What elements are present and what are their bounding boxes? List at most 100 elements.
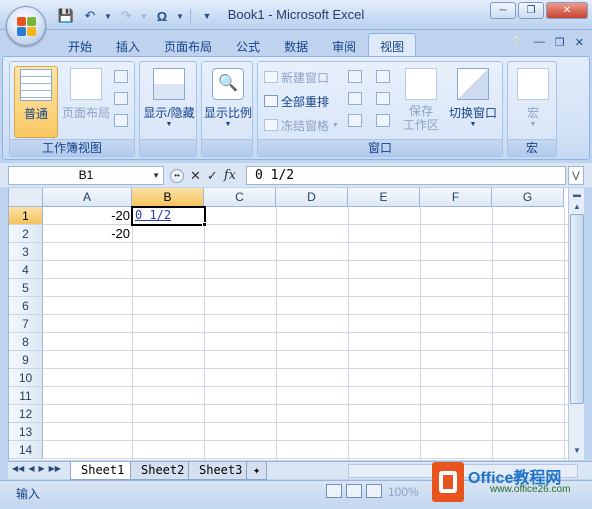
ribbon-tab-row: 开始 插入 页面布局 公式 数据 审阅 视图 ❔ — ❐ ✕ [0,30,592,59]
gridline [43,350,568,351]
column-header-f[interactable]: F [420,188,492,207]
view-side-by-side-icon[interactable] [376,70,390,83]
unhide-window-icon[interactable] [348,114,362,127]
ribbon-minimize-icon[interactable]: — [534,36,545,49]
gridline [43,278,568,279]
sheet-tab-3[interactable]: Sheet3 [188,462,254,480]
row-header-10[interactable]: 10 [9,369,43,387]
prev-sheet-icon[interactable]: ◀ [28,464,34,473]
column-header-e[interactable]: E [348,188,420,207]
restore-button[interactable]: ❐ [518,2,544,19]
custom-views-icon[interactable] [114,92,128,105]
normal-view-label: 普通 [23,107,48,121]
scroll-down-icon[interactable]: ▼ [570,444,584,458]
office-button[interactable] [6,6,46,46]
insert-sheet-icon[interactable]: ✦ [246,462,268,480]
row-header-8[interactable]: 8 [9,333,43,351]
column-header-c[interactable]: C [204,188,276,207]
worksheet-grid[interactable]: A B C D E F G 1 2 3 4 5 6 7 8 9 10 11 12… [8,188,568,460]
help-icon[interactable]: ❔ [510,36,524,49]
zoom-button[interactable]: 🔍 显示比例 ▼ [204,66,252,138]
arrange-all-icon [264,95,278,107]
row-header-4[interactable]: 4 [9,261,43,279]
full-screen-icon[interactable] [114,114,128,127]
row-header-2[interactable]: 2 [9,225,43,243]
formula-input[interactable]: 0 1/2 [246,166,566,185]
fill-handle[interactable] [202,222,207,227]
switch-windows-dropdown-icon: ▼ [469,121,477,128]
zoom-dropdown-icon: ▼ [224,121,232,128]
page-layout-view-button[interactable]: 页面布局 [60,66,112,138]
page-break-shortcut-icon[interactable] [366,484,382,498]
freeze-panes-dropdown-icon: ▼ [332,121,339,129]
minimize-button[interactable]: ─ [490,2,516,19]
page-layout-shortcut-icon[interactable] [346,484,362,498]
column-header-d[interactable]: D [276,188,348,207]
cell-a2[interactable]: -20 [43,225,132,243]
row-header-3[interactable]: 3 [9,243,43,261]
gridline [43,404,568,405]
gridline [43,368,568,369]
hide-window-icon[interactable] [348,92,362,105]
group-window: 新建窗口 全部重排 冻结窗格 ▼ 保存 工作区 切换窗口 ▼ 窗口 [257,61,503,157]
gridline [43,386,568,387]
row-header-11[interactable]: 11 [9,387,43,405]
switch-windows-button[interactable]: 切换窗口 ▼ [446,66,500,138]
arrange-all-button[interactable]: 全部重排 [264,92,329,110]
show-hide-button[interactable]: 显示/隐藏 ▼ [142,66,196,138]
row-header-12[interactable]: 12 [9,405,43,423]
column-header-g[interactable]: G [492,188,564,207]
column-header-a[interactable]: A [43,188,132,207]
row-header-6[interactable]: 6 [9,297,43,315]
scroll-up-icon[interactable]: ▲ [570,200,584,214]
formula-bar: B1 ▼ •• ✕ ✓ fx 0 1/2 ⋁ [0,163,592,187]
name-box-dropdown-icon[interactable]: ▼ [152,167,160,184]
first-sheet-icon[interactable]: ◀◀ [12,464,24,473]
normal-view-icon [20,69,52,101]
new-window-button[interactable]: 新建窗口 [264,68,329,86]
formula-expand-icon[interactable]: ⋁ [568,166,584,185]
save-workspace-button[interactable]: 保存 工作区 [398,66,444,138]
gridline [43,260,568,261]
zoom-level[interactable]: 100% [388,485,419,499]
zoom-label: 显示比例 [204,106,253,120]
row-header-7[interactable]: 7 [9,315,43,333]
column-header-b[interactable]: B [132,188,204,207]
row-header-14[interactable]: 14 [9,441,43,459]
normal-view-button[interactable]: 普通 [14,66,58,138]
expand-dots-icon[interactable]: •• [170,168,184,183]
last-sheet-icon[interactable]: ▶▶ [49,464,61,473]
split-icon[interactable] [348,70,362,83]
confirm-entry-icon[interactable]: ✓ [207,168,218,184]
page-break-preview-icon[interactable] [114,70,128,83]
switch-windows-icon [457,68,489,100]
select-all-corner[interactable] [9,188,43,207]
reset-window-position-icon[interactable] [376,114,390,127]
vertical-scrollbar[interactable]: ▬ ▲ ▼ [568,188,584,460]
row-header-5[interactable]: 5 [9,279,43,297]
cancel-entry-icon[interactable]: ✕ [190,168,201,184]
macros-button[interactable]: 宏 ▼ [510,66,556,138]
sheet-tab-2[interactable]: Sheet2 [130,462,196,480]
insert-function-icon[interactable]: fx [224,168,236,183]
name-box[interactable]: B1 ▼ [8,166,164,185]
cell-b1-active[interactable]: 0 1/2 [131,206,206,226]
gridline [43,458,568,459]
ribbon-close-icon[interactable]: ✕ [575,36,584,49]
vertical-scroll-thumb[interactable] [570,214,584,404]
next-sheet-icon[interactable]: ▶ [38,464,44,473]
gridline [43,314,568,315]
normal-view-shortcut-icon[interactable] [326,484,342,498]
freeze-panes-button[interactable]: 冻结窗格 ▼ [264,116,339,134]
cell-a1[interactable]: -20 [43,207,132,225]
row-header-1[interactable]: 1 [9,207,43,225]
group-label-show-hide [140,139,196,156]
watermark: Office教程网 www.office26.com [432,460,588,504]
row-header-9[interactable]: 9 [9,351,43,369]
sheet-tab-1[interactable]: Sheet1 [70,462,136,480]
close-button[interactable]: ✕ [546,2,588,19]
row-header-13[interactable]: 13 [9,423,43,441]
ribbon-restore-icon[interactable]: ❐ [555,36,565,49]
save-workspace-icon [405,68,437,100]
synchronous-scrolling-icon[interactable] [376,92,390,105]
